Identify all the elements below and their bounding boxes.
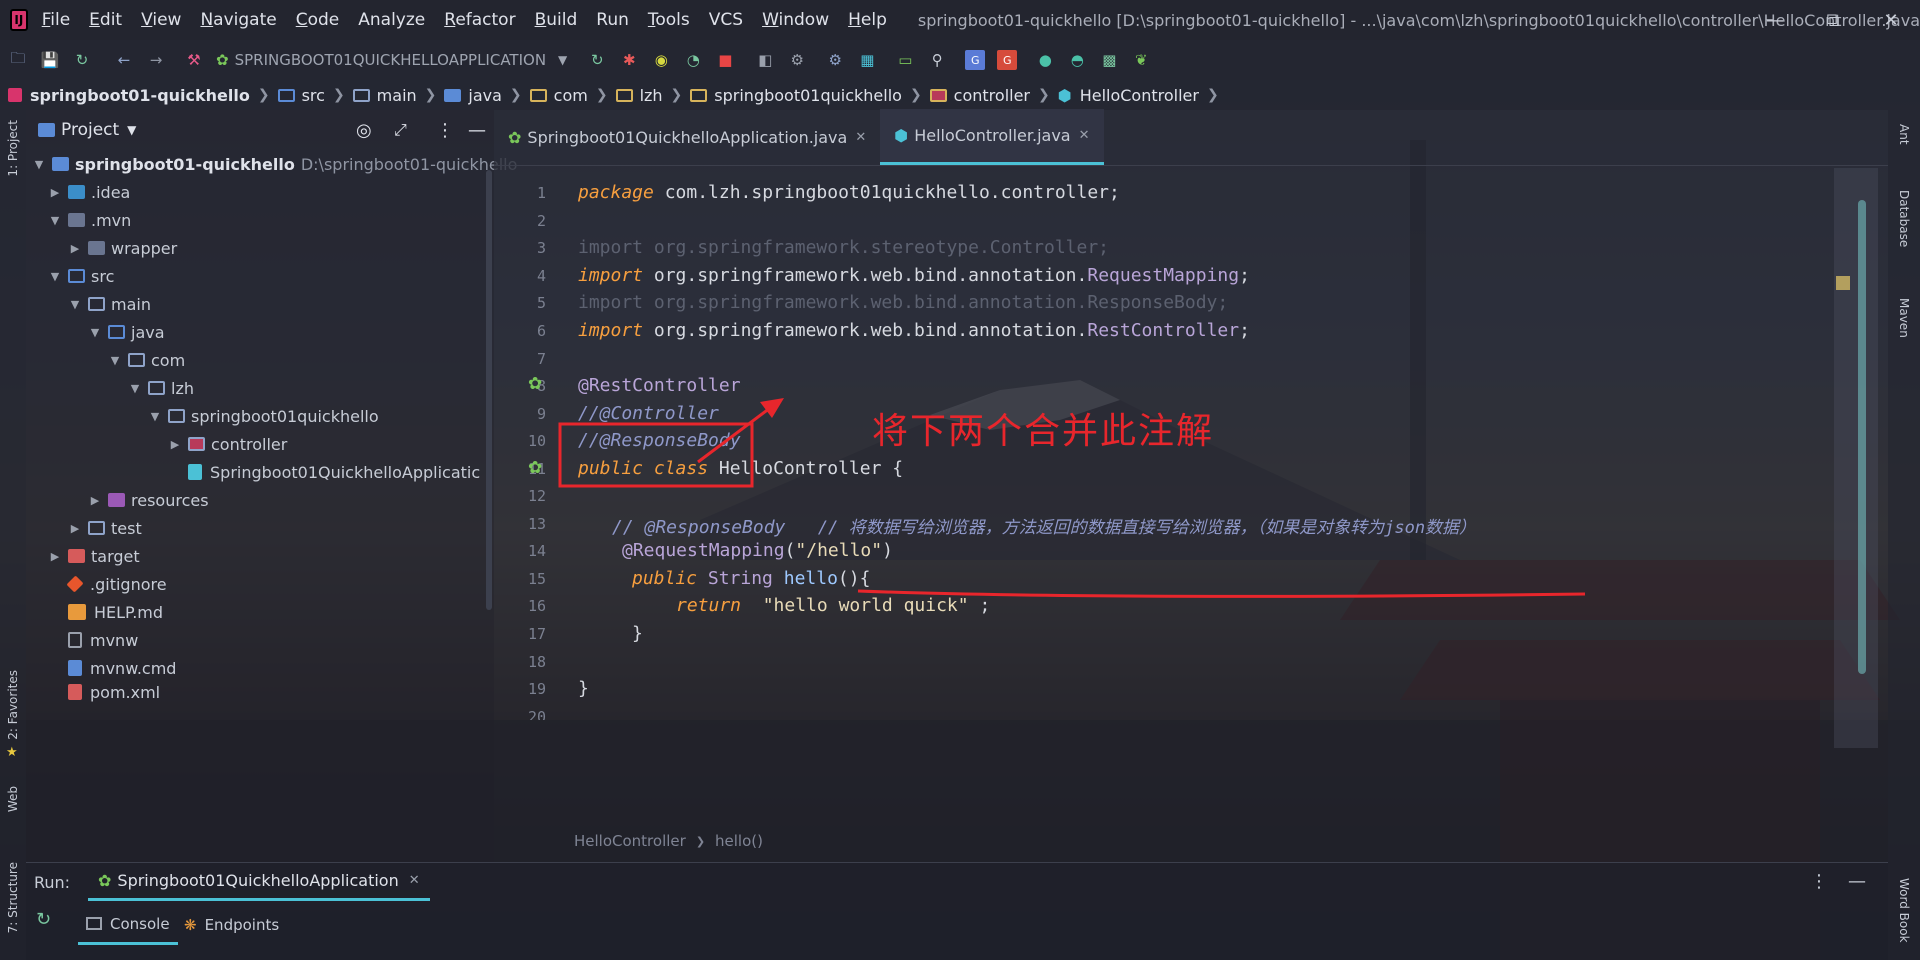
close-tab-icon[interactable]: ✕: [409, 873, 420, 888]
annotation-arrow-line: [697, 400, 779, 464]
endpoints-icon: ❋: [184, 916, 197, 934]
run-label: Run:: [34, 873, 71, 892]
console-icon: [86, 917, 102, 930]
tab-endpoints[interactable]: ❋ Endpoints: [176, 905, 287, 945]
annotation-text: 将下两个合并此注解: [872, 411, 1215, 452]
hide-panel-icon[interactable]: —: [1848, 871, 1866, 892]
run-tab-application[interactable]: ✿ Springboot01QuickhelloApplication ✕: [88, 863, 430, 901]
more-options-icon[interactable]: ⋮: [1810, 871, 1828, 892]
annotation-box: [558, 422, 754, 488]
run-panel: Run: ✿ Springboot01QuickhelloApplication…: [26, 862, 1888, 960]
annotation-underline: [857, 589, 1586, 598]
annotation-arrow-head: [760, 398, 784, 418]
tab-console[interactable]: Console: [78, 905, 178, 945]
rerun-icon[interactable]: ↻: [36, 909, 51, 930]
annotation-overlay: [558, 398, 1586, 598]
spring-boot-icon: ✿: [98, 871, 112, 890]
